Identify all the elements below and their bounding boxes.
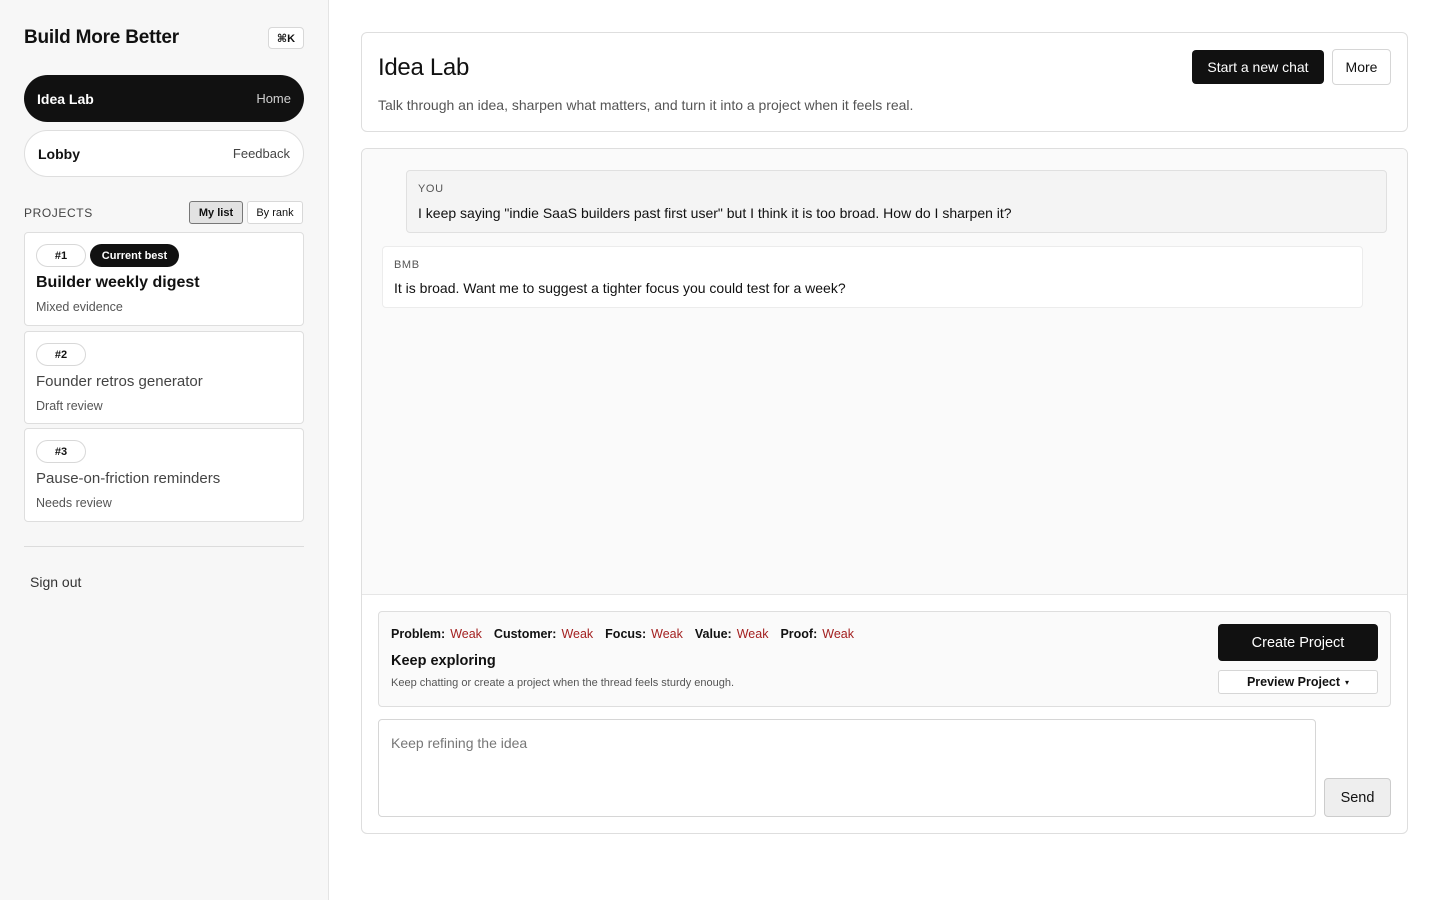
rank-badge: #2: [36, 343, 86, 366]
current-best-badge: Current best: [90, 244, 179, 267]
page-subtitle: Talk through an idea, sharpen what matte…: [378, 97, 914, 113]
preview-project-label: Preview Project: [1246, 675, 1341, 689]
metric-value: Weak: [450, 627, 482, 641]
more-button[interactable]: More: [1332, 49, 1391, 85]
metric-problem: Problem: Weak: [391, 627, 482, 641]
rank-badge: #1: [36, 244, 86, 267]
chat-panel: YOU I keep saying "indie SaaS builders p…: [361, 148, 1408, 834]
chevron-down-icon: ▾: [1345, 677, 1350, 687]
project-status: Draft review: [36, 399, 103, 413]
message-text: It is broad. Want me to suggest a tighte…: [394, 280, 846, 296]
metric-value-prop: Value: Weak: [695, 627, 769, 641]
project-title: Founder retros generator: [36, 373, 203, 390]
command-palette-shortcut[interactable]: ⌘K: [268, 27, 304, 49]
sort-my-list-button[interactable]: My list: [189, 201, 243, 224]
project-title: Builder weekly digest: [36, 274, 200, 291]
assessment-hint: Keep chatting or create a project when t…: [391, 677, 735, 689]
metric-value: Weak: [561, 627, 594, 641]
metric-value: Weak: [651, 627, 683, 641]
page-title: Idea Lab: [378, 54, 470, 81]
project-status: Mixed evidence: [36, 300, 123, 314]
projects-heading: PROJECTS: [24, 206, 93, 220]
metric-label: Value:: [694, 627, 732, 641]
send-button[interactable]: Send: [1324, 778, 1391, 817]
metric-customer: Customer: Weak: [494, 627, 593, 641]
project-title: Pause-on-friction reminders: [36, 470, 221, 487]
sidebar: Build More Better ⌘K Idea Lab Home Lobby…: [0, 0, 329, 900]
project-card[interactable]: #2 Founder retros generator Draft review: [24, 331, 304, 424]
sort-by-rank-button[interactable]: By rank: [247, 201, 303, 224]
brand-title: Build More Better: [24, 27, 179, 48]
assessment-verdict: Keep exploring: [391, 653, 496, 669]
metric-label: Customer:: [493, 627, 557, 641]
create-project-button[interactable]: Create Project: [1218, 624, 1378, 661]
metric-proof: Proof: Weak: [780, 627, 854, 641]
idea-assessment: Problem: Weak Customer: Weak Focus: Weak Va…: [378, 611, 1391, 707]
preview-project-button[interactable]: Preview Project ▾: [1218, 670, 1378, 694]
project-card[interactable]: #3 Pause-on-friction reminders Needs rev…: [24, 428, 304, 522]
metric-label: Focus:: [605, 627, 647, 641]
nav-item-label: Lobby: [38, 145, 80, 162]
sign-out-link[interactable]: Sign out: [30, 574, 81, 590]
nav-item-idea-lab[interactable]: Idea Lab Home: [24, 75, 304, 122]
assessment-metrics: Problem: Weak Customer: Weak Focus: Weak Va…: [391, 627, 866, 641]
page-header: Idea Lab Talk through an idea, sharpen w…: [361, 32, 1408, 132]
metric-value: Weak: [736, 627, 769, 641]
user-message: YOU I keep saying "indie SaaS builders p…: [406, 170, 1387, 233]
rank-badge: #3: [36, 440, 86, 463]
metric-label: Proof:: [780, 627, 818, 641]
project-card[interactable]: #1 Current best Builder weekly digest Mi…: [24, 232, 304, 326]
metric-focus: Focus: Weak: [605, 627, 683, 641]
nav-item-lobby[interactable]: Lobby Feedback: [24, 130, 304, 177]
message-author: BMB: [394, 259, 420, 271]
metric-value: Weak: [822, 627, 854, 641]
nav-item-hint: Feedback: [232, 146, 290, 161]
assistant-message: BMB It is broad. Want me to suggest a ti…: [382, 246, 1363, 308]
message-thread[interactable]: YOU I keep saying "indie SaaS builders p…: [362, 149, 1407, 595]
new-chat-button[interactable]: Start a new chat: [1192, 50, 1324, 84]
message-text: I keep saying "indie SaaS builders past …: [418, 205, 1012, 221]
nav-item-hint: Home: [256, 91, 291, 106]
project-status: Needs review: [36, 496, 112, 510]
nav-item-label: Idea Lab: [37, 90, 94, 107]
message-input[interactable]: [378, 719, 1316, 817]
message-author: YOU: [418, 183, 444, 195]
metric-label: Problem:: [391, 627, 446, 641]
sidebar-divider: [24, 546, 304, 547]
